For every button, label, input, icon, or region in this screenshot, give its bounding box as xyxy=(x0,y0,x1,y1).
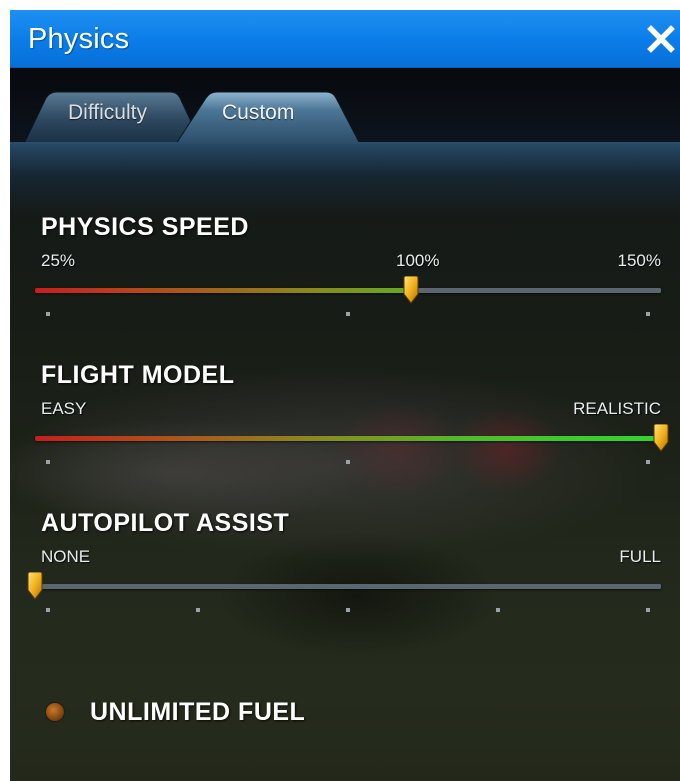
close-icon xyxy=(647,25,675,53)
autopilot-assist-slider[interactable] xyxy=(35,584,661,589)
physics-speed-slider[interactable] xyxy=(35,288,661,293)
unlimited-fuel-label: UNLIMITED FUEL xyxy=(90,698,306,726)
slider-thumb-icon xyxy=(27,571,43,600)
panel-header-band xyxy=(10,144,680,214)
slider-tick-mark xyxy=(346,312,350,316)
unlimited-fuel-option[interactable]: UNLIMITED FUEL xyxy=(46,698,346,728)
window-title: Physics xyxy=(28,23,130,55)
physics-speed-max-label: 150% xyxy=(617,251,661,270)
close-button[interactable] xyxy=(644,22,678,56)
physics-speed-mid-label: 100% xyxy=(396,251,440,270)
physics-window: Physics Difficulty Custom PHYSICS SPEED … xyxy=(10,10,680,781)
tab-difficulty[interactable]: Difficulty xyxy=(68,101,147,125)
slider-tick-mark xyxy=(646,312,650,316)
unlimited-fuel-radio-icon[interactable] xyxy=(46,703,64,721)
physics-speed-heading: PHYSICS SPEED xyxy=(41,213,249,241)
slider-tick-mark xyxy=(646,460,650,464)
title-bar: Physics xyxy=(10,10,680,68)
autopilot-assist-thumb[interactable] xyxy=(26,571,44,600)
tab-custom[interactable]: Custom xyxy=(222,101,294,125)
flight-model-min-label: EASY xyxy=(41,399,87,418)
slider-tick-mark xyxy=(346,608,350,612)
physics-speed-min-label: 25% xyxy=(41,251,76,270)
flight-model-thumb[interactable] xyxy=(652,423,670,452)
physics-speed-thumb[interactable] xyxy=(402,275,420,304)
slider-tick-mark xyxy=(496,608,500,612)
autopilot-assist-track-empty xyxy=(35,584,661,589)
flight-model-heading: FLIGHT MODEL xyxy=(41,361,235,389)
autopilot-assist-max-label: FULL xyxy=(619,547,661,566)
slider-thumb-icon xyxy=(403,275,419,304)
slider-tick-mark xyxy=(46,460,50,464)
slider-tick-mark xyxy=(46,608,50,612)
flight-model-slider[interactable] xyxy=(35,436,661,441)
slider-tick-mark xyxy=(646,608,650,612)
slider-tick-mark xyxy=(196,608,200,612)
autopilot-assist-heading: AUTOPILOT ASSIST xyxy=(41,509,290,537)
autopilot-assist-min-label: NONE xyxy=(41,547,91,566)
slider-thumb-icon xyxy=(653,423,669,452)
tab-strip: Difficulty Custom xyxy=(10,68,680,144)
flight-model-max-label: REALISTIC xyxy=(573,399,661,418)
slider-tick-mark xyxy=(346,460,350,464)
slider-tick-mark xyxy=(46,312,50,316)
physics-speed-track-empty xyxy=(410,288,661,293)
